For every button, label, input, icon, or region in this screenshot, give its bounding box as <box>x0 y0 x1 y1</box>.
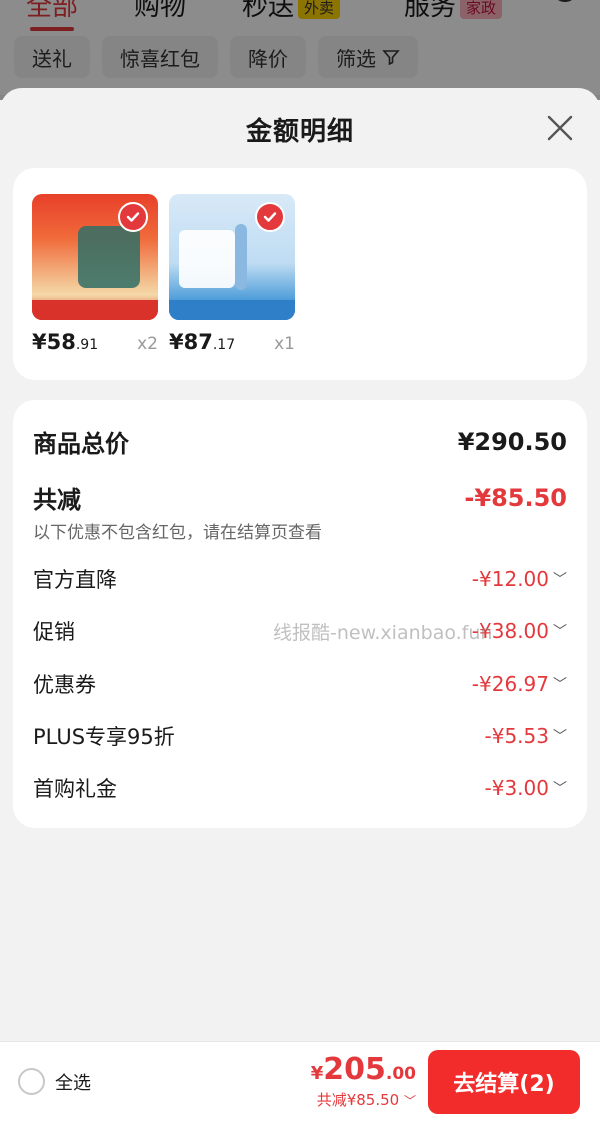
discount-row[interactable]: 优惠券 -¥26.97 ﹀ <box>33 669 567 699</box>
discount-label: 优惠券 <box>33 673 96 697</box>
discount-note: 以下优惠不包含红包，请在结算页查看 <box>33 523 322 543</box>
select-all-label: 全选 <box>55 1072 91 1094</box>
price-int: ¥58 <box>32 330 76 354</box>
close-icon[interactable] <box>546 114 574 142</box>
discount-row[interactable]: PLUS专享95折 -¥5.53 ﹀ <box>33 721 567 751</box>
checkout-button[interactable]: 去结算(2) <box>428 1050 580 1114</box>
product-price-row: ¥87.17 x1 <box>169 330 295 354</box>
total-reduce-row: 共减 -¥85.50 <box>33 480 567 515</box>
discount-label: 官方直降 <box>33 568 117 592</box>
product-price: ¥58.91 <box>32 330 98 354</box>
total-summary: ¥205.00 共减¥85.50 ﹀ <box>311 1052 416 1110</box>
product-item[interactable]: ¥87.17 x1 <box>169 194 295 354</box>
price-detail-card: 商品总价 ¥290.50 共减 -¥85.50 以下优惠不包含红包，请在结算页查… <box>13 400 587 828</box>
final-price: ¥205.00 <box>311 1052 416 1087</box>
chevron-down-icon: ﹀ <box>553 781 567 797</box>
price-dec: .91 <box>75 337 99 353</box>
checkout-bar: 全选 ¥205.00 共减¥85.50 ﹀ 去结算(2) <box>0 1041 600 1121</box>
product-package-shape <box>78 226 140 288</box>
total-price-label: 商品总价 <box>33 430 129 458</box>
product-quantity: x2 <box>137 334 158 354</box>
product-banner <box>169 300 295 320</box>
check-icon <box>118 202 148 232</box>
chevron-down-icon: ﹀ <box>403 1094 416 1108</box>
sheet-header: 金额明细 <box>0 88 600 170</box>
product-price-row: ¥58.91 x2 <box>32 330 158 354</box>
discount-label: 促销 <box>33 620 75 644</box>
price-int: ¥87 <box>169 330 213 354</box>
chevron-down-icon: ﹀ <box>553 572 567 588</box>
discount-value: -¥12.00 ﹀ <box>472 567 567 591</box>
product-item[interactable]: ¥58.91 x2 <box>32 194 158 354</box>
amount-detail-sheet: 金额明细 ¥58.91 x2 ¥87.17 x1 商品总价 ¥290.50 共减… <box>0 88 600 1121</box>
product-image <box>32 194 158 320</box>
total-reduce-value: -¥85.50 <box>464 483 567 512</box>
product-bottle-shape <box>235 224 247 290</box>
discount-amount: -¥5.53 <box>484 724 549 748</box>
sheet-title: 金额明细 <box>245 116 354 147</box>
discount-label: PLUS专享95折 <box>33 725 175 749</box>
discount-row[interactable]: 首购礼金 -¥3.00 ﹀ <box>33 773 567 803</box>
product-quantity: x1 <box>274 334 295 354</box>
final-price-currency: ¥ <box>310 1063 324 1084</box>
product-price: ¥87.17 <box>169 330 235 354</box>
discount-value: -¥26.97 ﹀ <box>472 672 567 696</box>
final-price-dec: .00 <box>385 1064 416 1084</box>
total-price-row: 商品总价 ¥290.50 <box>33 424 567 459</box>
discount-amount: -¥12.00 <box>471 567 549 591</box>
discount-row[interactable]: 官方直降 -¥12.00 ﹀ <box>33 564 567 594</box>
chevron-down-icon: ﹀ <box>553 729 567 745</box>
select-all-radio[interactable] <box>18 1068 45 1095</box>
discount-value: -¥38.00 ﹀ <box>472 619 567 643</box>
final-price-int: 205 <box>323 1052 386 1087</box>
reduce-detail-text: 共减¥85.50 <box>316 1091 400 1109</box>
product-info-box <box>179 230 235 288</box>
total-price-value: ¥290.50 <box>457 427 567 456</box>
product-image <box>169 194 295 320</box>
price-dec: .17 <box>212 337 236 353</box>
discount-label: 首购礼金 <box>33 777 117 801</box>
discount-value: -¥3.00 ﹀ <box>485 776 567 800</box>
discount-value: -¥5.53 ﹀ <box>485 724 567 748</box>
discount-row[interactable]: 促销 -¥38.00 ﹀ <box>33 616 567 646</box>
product-banner <box>32 300 158 320</box>
chevron-down-icon: ﹀ <box>553 624 567 640</box>
total-reduce-label: 共减 <box>33 486 81 514</box>
discount-amount: -¥3.00 <box>484 776 549 800</box>
discount-amount: -¥38.00 <box>471 619 549 643</box>
reduce-detail-toggle[interactable]: 共减¥85.50 ﹀ <box>311 1089 416 1110</box>
select-all-toggle[interactable]: 全选 <box>18 1068 91 1095</box>
overlay-dim[interactable] <box>0 0 600 100</box>
check-icon <box>255 202 285 232</box>
chevron-down-icon: ﹀ <box>553 677 567 693</box>
products-card: ¥58.91 x2 ¥87.17 x1 <box>13 168 587 380</box>
discount-amount: -¥26.97 <box>471 672 549 696</box>
